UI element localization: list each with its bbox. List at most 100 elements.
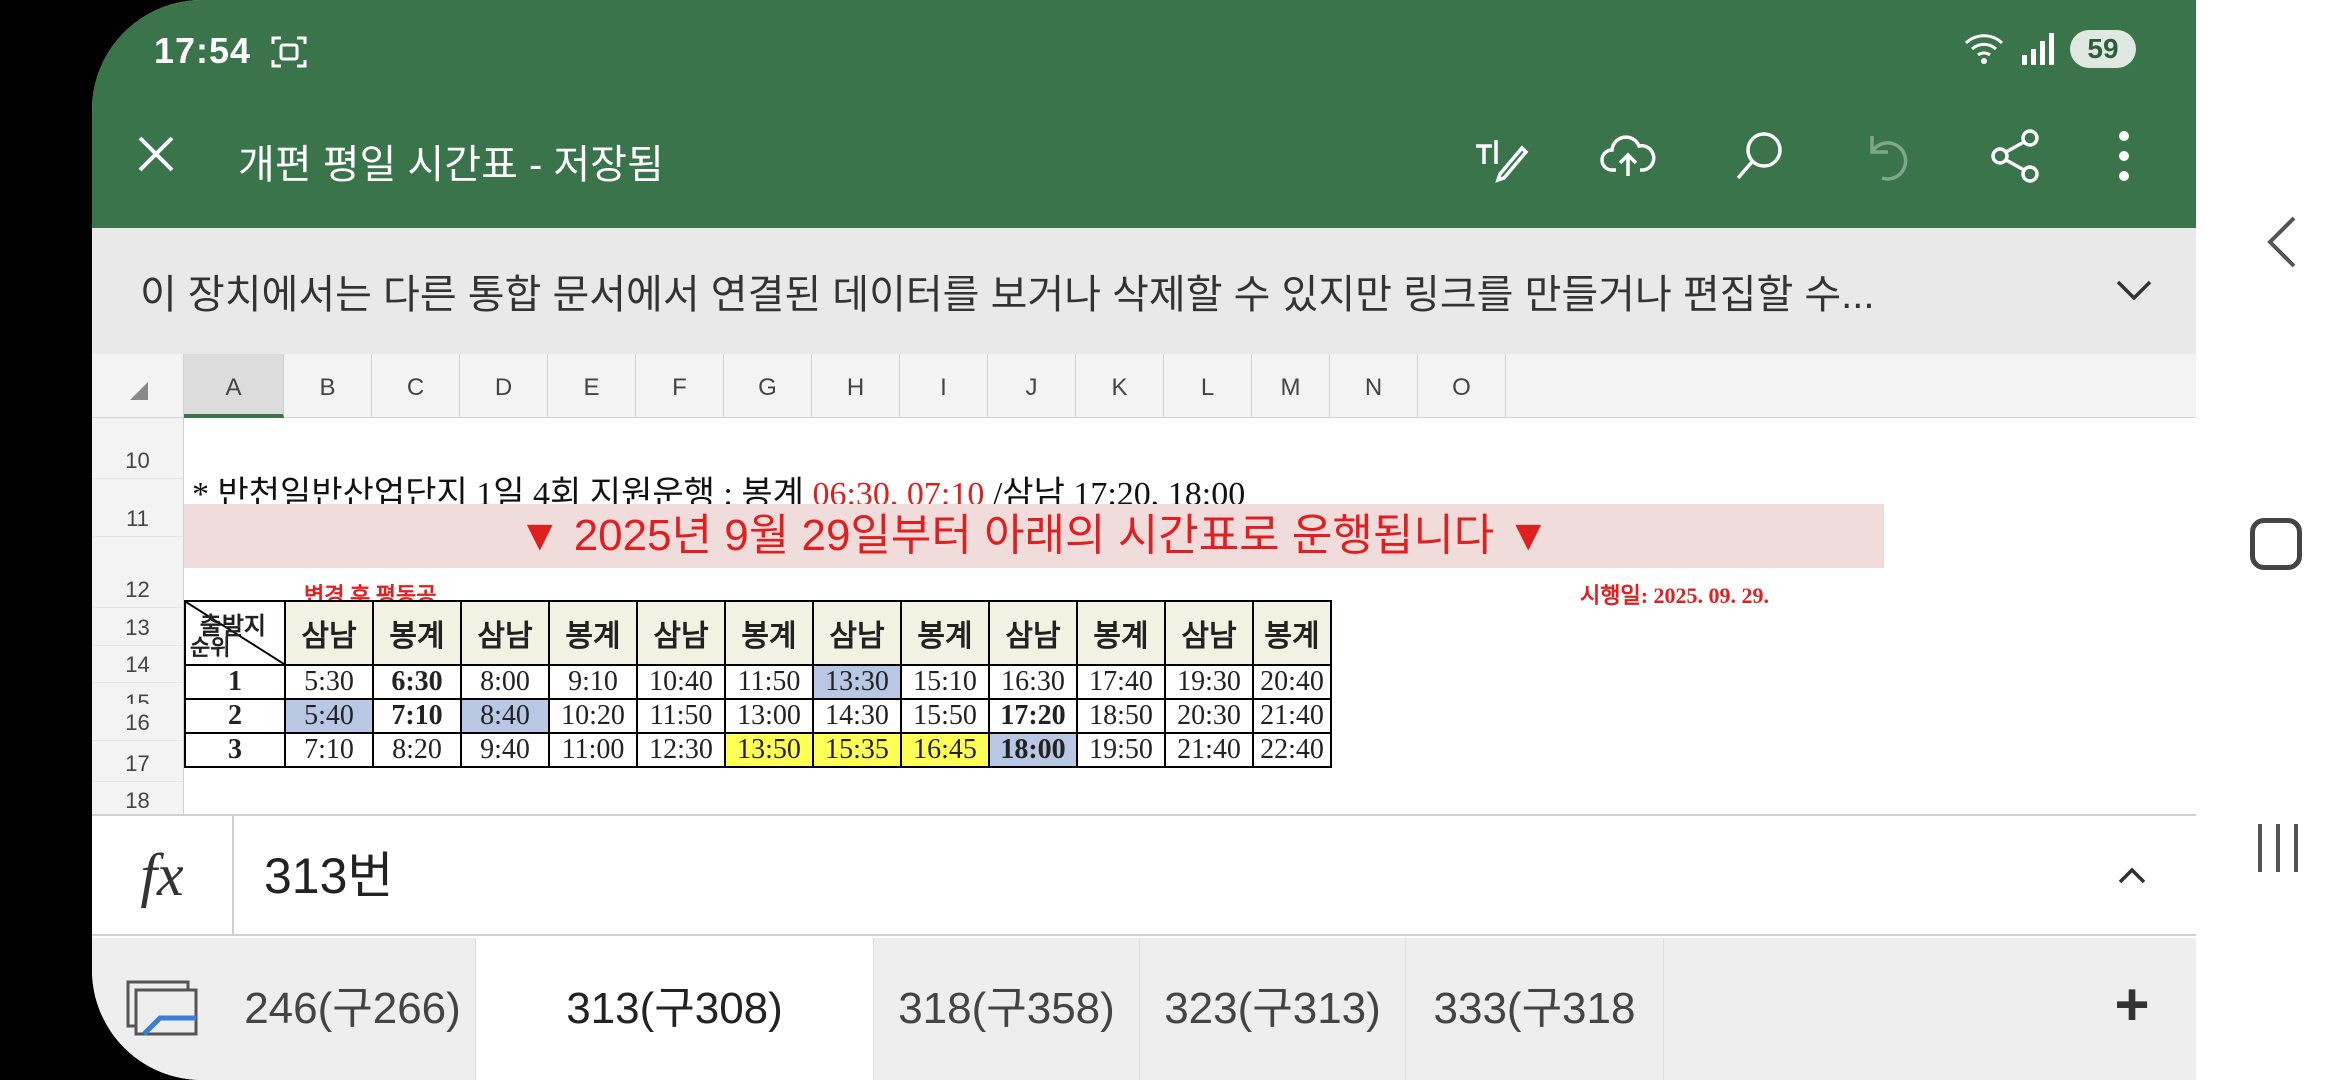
column-header-b[interactable]: B	[284, 354, 372, 418]
select-all-corner[interactable]	[92, 354, 184, 418]
row-header-16[interactable]: 16	[92, 703, 184, 741]
time-cell[interactable]: 15:10	[900, 664, 990, 700]
time-cell[interactable]: 13:30	[812, 664, 902, 700]
time-cell[interactable]: 9:40	[460, 732, 550, 768]
row-header-13[interactable]: 13	[92, 608, 184, 646]
column-header-i[interactable]: I	[900, 354, 988, 418]
row-header-11[interactable]: 11	[92, 479, 184, 537]
back-icon[interactable]	[2262, 212, 2302, 272]
time-cell[interactable]: 7:10	[372, 698, 462, 734]
time-cell[interactable]: 20:40	[1252, 664, 1332, 700]
column-header-m[interactable]: M	[1252, 354, 1330, 418]
header-cell[interactable]: 삼남	[460, 600, 550, 666]
time-cell[interactable]: 6:30	[372, 664, 462, 700]
time-cell[interactable]: 20:30	[1164, 698, 1254, 734]
header-cell[interactable]: 삼남	[988, 600, 1078, 666]
undo-button[interactable]	[1856, 124, 1920, 188]
column-header-l[interactable]: L	[1164, 354, 1252, 418]
share-button[interactable]	[1984, 124, 2048, 188]
column-header-o[interactable]: O	[1418, 354, 1506, 418]
time-cell[interactable]: 21:40	[1164, 732, 1254, 768]
row-header-12[interactable]: 12	[92, 537, 184, 609]
column-header-c[interactable]: C	[372, 354, 460, 418]
sheet-tab[interactable]: 333(구318	[1406, 938, 1664, 1080]
time-cell[interactable]: 21:40	[1252, 698, 1332, 734]
column-header-h[interactable]: H	[812, 354, 900, 418]
column-header-d[interactable]: D	[460, 354, 548, 418]
column-header-k[interactable]: K	[1076, 354, 1164, 418]
row-header-14[interactable]: 14	[92, 645, 184, 684]
column-header-g[interactable]: G	[724, 354, 812, 418]
header-cell[interactable]: 삼남	[1164, 600, 1254, 666]
share-icon	[1991, 129, 2039, 183]
rank-cell[interactable]: 2	[184, 698, 286, 734]
search-button[interactable]	[1728, 124, 1792, 188]
column-header-a[interactable]: A	[184, 354, 284, 418]
header-cell[interactable]: 봉계	[1252, 600, 1332, 666]
column-header-j[interactable]: J	[988, 354, 1076, 418]
chevron-down-icon[interactable]	[2110, 270, 2158, 310]
close-icon[interactable]	[132, 130, 180, 178]
time-cell[interactable]: 11:00	[548, 732, 638, 768]
time-cell[interactable]: 13:50	[724, 732, 814, 768]
time-cell[interactable]: 7:10	[284, 732, 374, 768]
time-cell[interactable]: 14:30	[812, 698, 902, 734]
sheet-tab[interactable]: 318(구358)	[874, 938, 1140, 1080]
fx-label[interactable]: fx	[92, 816, 234, 934]
header-cell[interactable]: 봉계	[548, 600, 638, 666]
column-header-n[interactable]: N	[1330, 354, 1418, 418]
rank-cell[interactable]: 3	[184, 732, 286, 768]
time-cell[interactable]: 18:50	[1076, 698, 1166, 734]
time-cell[interactable]: 19:30	[1164, 664, 1254, 700]
sheet-tab[interactable]: 313(구308)	[476, 938, 874, 1080]
header-cell[interactable]: 봉계	[1076, 600, 1166, 666]
header-cell[interactable]: 삼남	[636, 600, 726, 666]
time-cell[interactable]: 18:00	[988, 732, 1078, 768]
column-header-e[interactable]: E	[548, 354, 636, 418]
notice-banner[interactable]: ▼ 2025년 9월 29일부터 아래의 시간표로 운행됩니다 ▼	[184, 504, 1884, 568]
time-cell[interactable]: 8:40	[460, 698, 550, 734]
time-cell[interactable]: 11:50	[724, 664, 814, 700]
time-cell[interactable]: 8:20	[372, 732, 462, 768]
header-corner-cell[interactable]: 출발지 순위	[184, 600, 286, 666]
time-cell[interactable]: 15:35	[812, 732, 902, 768]
time-cell[interactable]: 12:30	[636, 732, 726, 768]
spreadsheet-grid[interactable]: 10111213141516171819 * 반천일반산업단지 1일 4회 지원…	[92, 418, 2196, 814]
header-cell[interactable]: 삼남	[812, 600, 902, 666]
time-cell[interactable]: 5:40	[284, 698, 374, 734]
time-cell[interactable]: 8:00	[460, 664, 550, 700]
rank-cell[interactable]: 1	[184, 664, 286, 700]
time-cell[interactable]: 5:30	[284, 664, 374, 700]
column-header-f[interactable]: F	[636, 354, 724, 418]
draw-button[interactable]	[1468, 124, 1532, 188]
cloud-upload-button[interactable]	[1596, 124, 1660, 188]
time-cell[interactable]: 9:10	[548, 664, 638, 700]
header-cell[interactable]: 봉계	[372, 600, 462, 666]
header-cell[interactable]: 봉계	[724, 600, 814, 666]
row-header-10[interactable]: 10	[92, 418, 184, 480]
time-cell[interactable]: 17:20	[988, 698, 1078, 734]
chevron-up-icon[interactable]	[2112, 856, 2152, 896]
time-cell[interactable]: 16:30	[988, 664, 1078, 700]
time-cell[interactable]: 16:45	[900, 732, 990, 768]
time-cell[interactable]: 19:50	[1076, 732, 1166, 768]
more-options-button[interactable]	[2092, 124, 2156, 188]
header-cell[interactable]: 봉계	[900, 600, 990, 666]
row-header-17[interactable]: 17	[92, 741, 184, 782]
time-cell[interactable]: 10:20	[548, 698, 638, 734]
time-cell[interactable]: 15:50	[900, 698, 990, 734]
time-cell[interactable]: 22:40	[1252, 732, 1332, 768]
header-cell[interactable]: 삼남	[284, 600, 374, 666]
add-sheet-button[interactable]: +	[2102, 975, 2162, 1038]
recent-apps-icon[interactable]	[2252, 820, 2304, 876]
time-cell[interactable]: 11:50	[636, 698, 726, 734]
sheet-tab[interactable]: 246(구266)	[230, 938, 476, 1080]
row-header-18[interactable]: 18	[92, 781, 184, 814]
home-button[interactable]	[2250, 518, 2302, 570]
sheets-overview-button[interactable]	[92, 938, 230, 1080]
time-cell[interactable]: 10:40	[636, 664, 726, 700]
time-cell[interactable]: 13:00	[724, 698, 814, 734]
sheet-tab[interactable]: 323(구313)	[1140, 938, 1406, 1080]
formula-input[interactable]: 313번	[264, 836, 393, 908]
time-cell[interactable]: 17:40	[1076, 664, 1166, 700]
